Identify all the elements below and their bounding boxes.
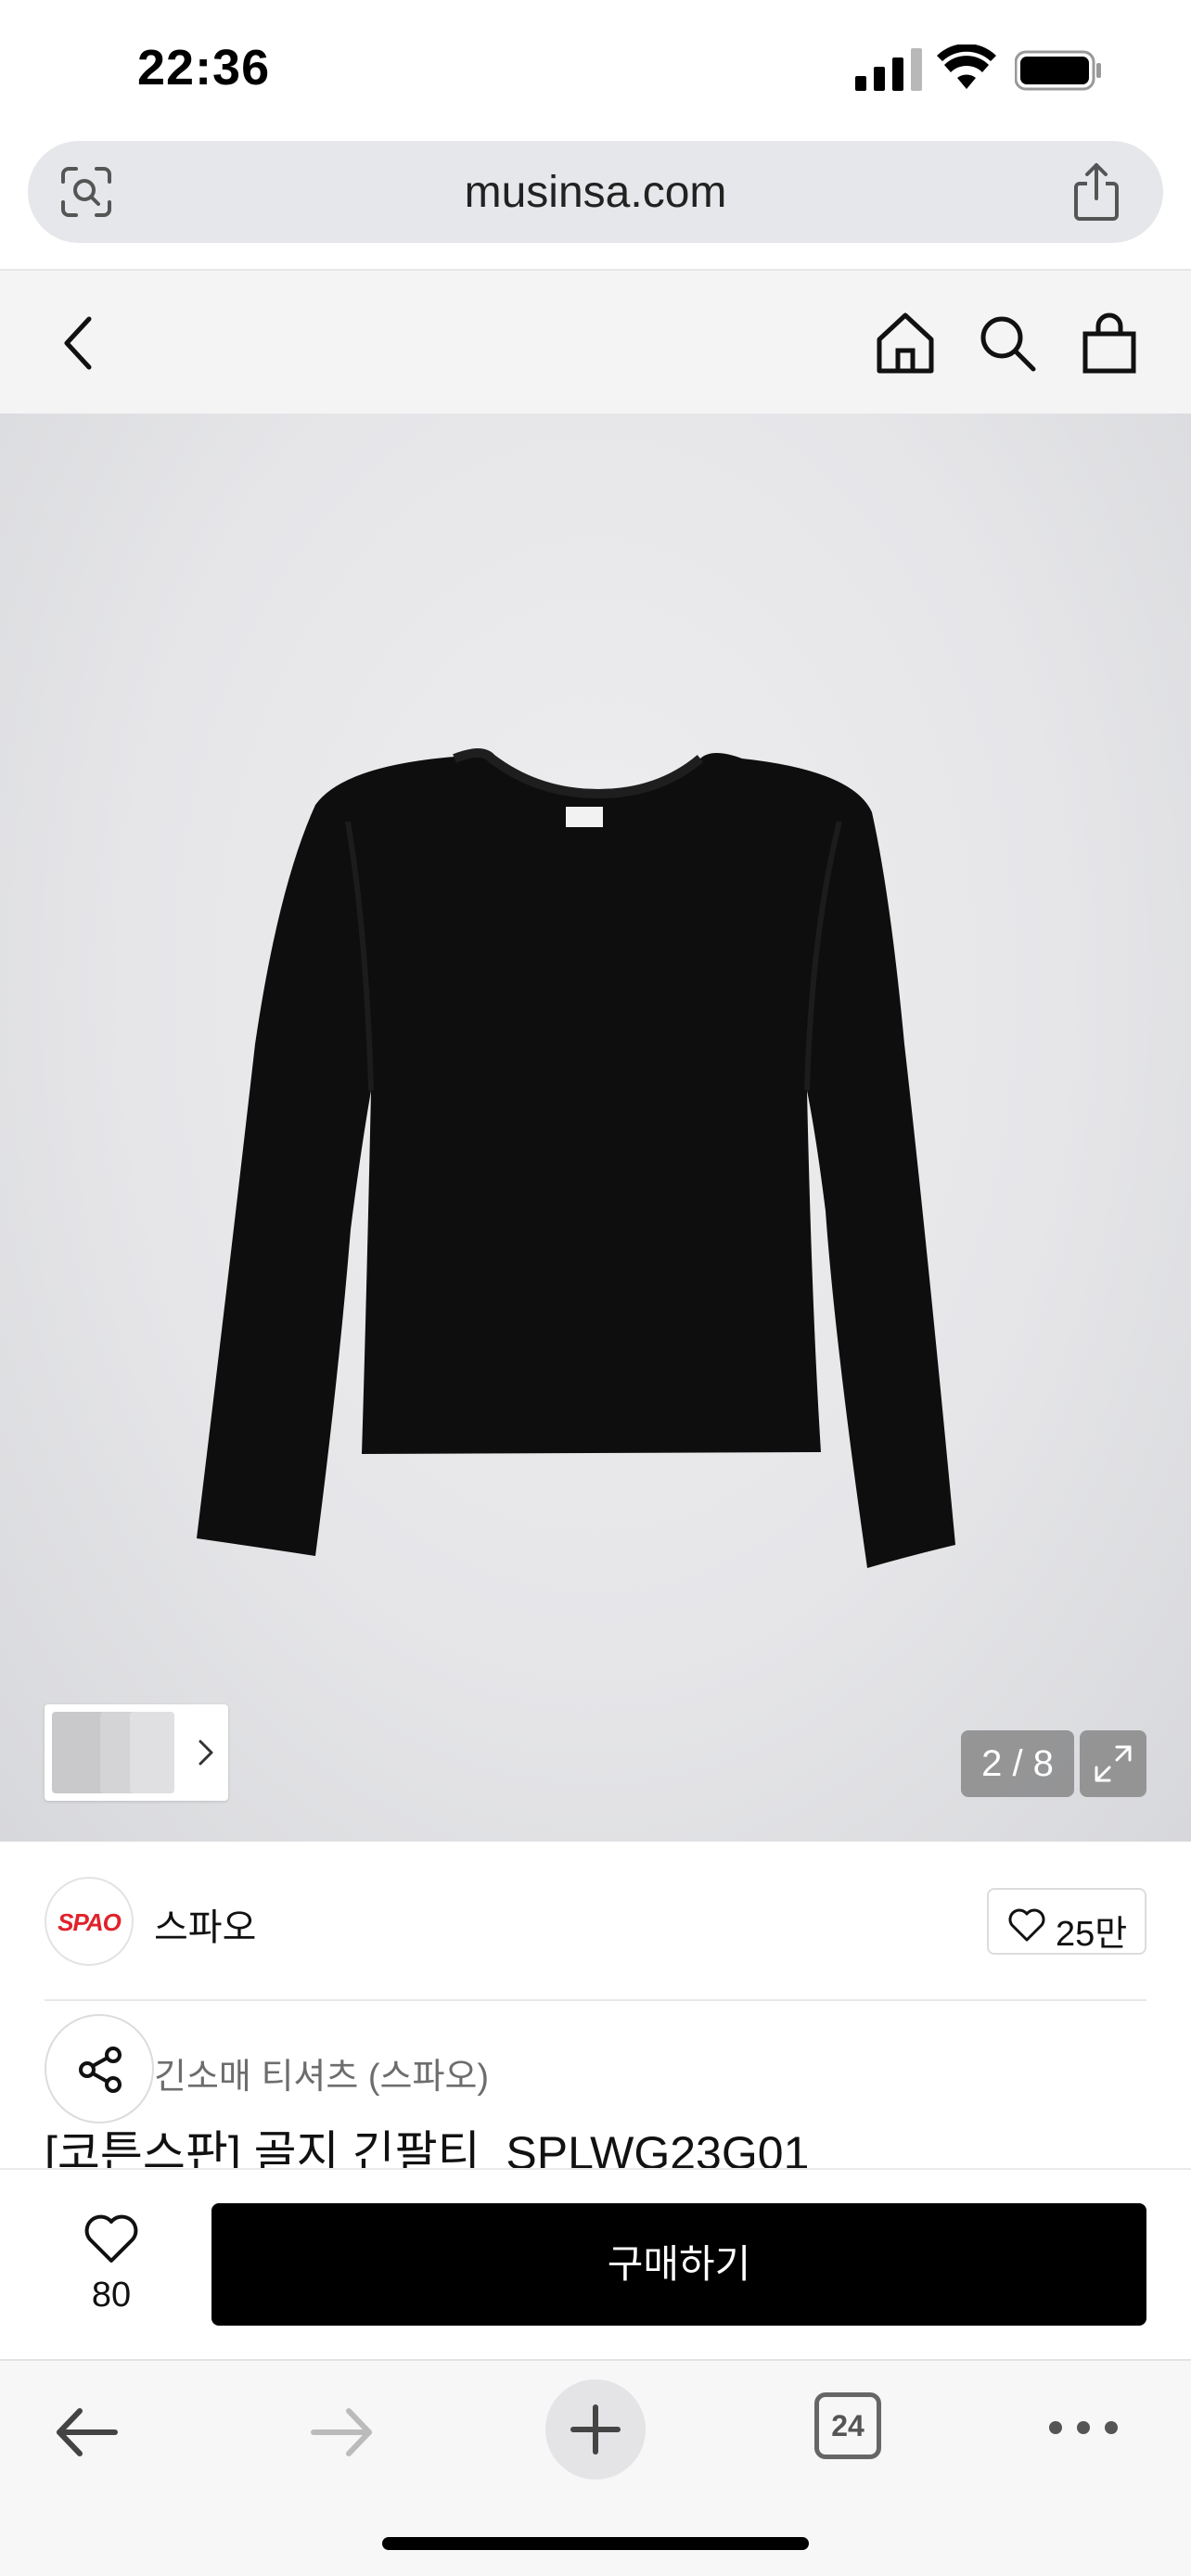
brand-logo[interactable]: SPAO <box>45 1877 134 1966</box>
status-time: 22:36 <box>137 40 271 96</box>
brand-logo-text: SPAO <box>58 1908 122 1936</box>
app-header <box>0 271 1191 414</box>
status-bar: 22:36 <box>0 0 1191 139</box>
heart-icon <box>1008 1908 1045 1942</box>
thumbnail-strip[interactable] <box>45 1704 228 1801</box>
shopping-bag-icon[interactable] <box>1072 306 1146 380</box>
cellular-signal-icon <box>855 48 922 91</box>
share-button[interactable] <box>45 2014 154 2123</box>
home-icon[interactable] <box>868 306 942 380</box>
buy-button[interactable]: 구매하기 <box>211 2203 1146 2326</box>
brand-like-count: 25만 <box>1056 1915 1128 1954</box>
product-category[interactable]: 긴소매 티셔츠 (스파오) <box>154 2047 489 2098</box>
new-tab-button[interactable] <box>545 2379 646 2480</box>
product-photo <box>197 748 955 1568</box>
brand-like-button[interactable]: 25만 <box>987 1888 1146 1955</box>
home-indicator <box>382 2537 809 2550</box>
product-image-gallery[interactable]: 2 / 8 <box>0 414 1191 1842</box>
product-title: [코튼스판] 골지 긴팔티_SPLWG23G01 <box>45 2127 810 2168</box>
heart-icon[interactable] <box>83 2213 139 2264</box>
purchase-bar: 80 구매하기 <box>0 2168 1191 2359</box>
share-nodes-icon <box>79 2047 122 2093</box>
brand-name[interactable]: 스파오 <box>154 1897 256 1951</box>
share-icon[interactable] <box>1070 161 1122 221</box>
wifi-icon <box>937 45 996 89</box>
divider <box>45 1999 1146 2001</box>
tabs-button[interactable]: 24 <box>814 2392 881 2459</box>
expand-button[interactable] <box>1080 1730 1146 1797</box>
plus-icon <box>570 2404 621 2455</box>
image-counter: 2 / 8 <box>961 1730 1074 1797</box>
thumbnail-3[interactable] <box>130 1712 174 1793</box>
search-icon[interactable] <box>970 306 1044 380</box>
url-text[interactable]: musinsa.com <box>28 167 1163 218</box>
expand-icon <box>1095 1745 1132 1782</box>
more-icon[interactable] <box>1046 2409 1121 2446</box>
browser-forward-icon[interactable] <box>304 2400 378 2465</box>
browser-back-icon[interactable] <box>50 2400 124 2465</box>
address-bar[interactable]: musinsa.com <box>28 141 1163 243</box>
back-icon[interactable] <box>43 306 117 380</box>
battery-icon <box>1015 50 1101 91</box>
wish-count: 80 <box>91 2276 132 2315</box>
chevron-right-icon[interactable] <box>193 1732 219 1773</box>
